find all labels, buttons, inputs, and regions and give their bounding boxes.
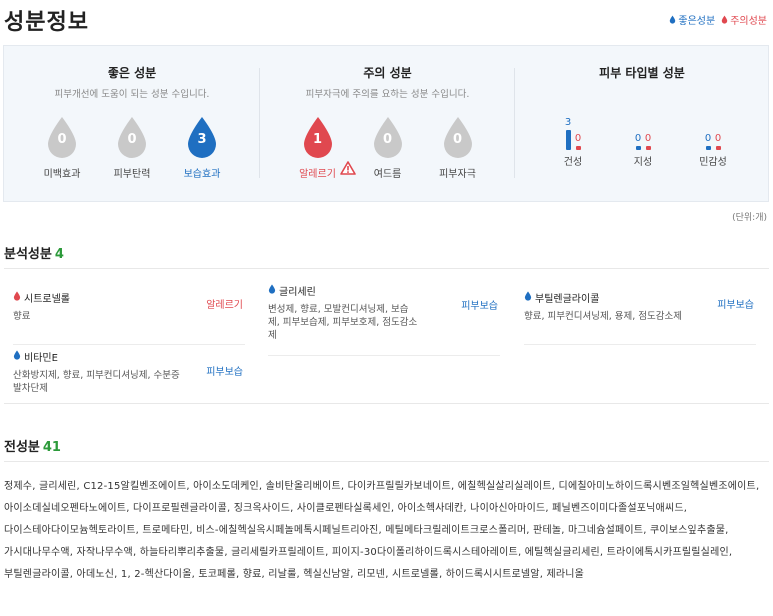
ingredient-tag: 피부보습 [206, 367, 243, 378]
analysis-count: 4 [54, 247, 64, 262]
legend-warn: 주의성분 [721, 12, 767, 27]
skin-type-item[interactable]: 0 0 민감성 [693, 106, 733, 180]
good-count: 3 [564, 117, 572, 128]
stat-label: 보습효과 [183, 169, 221, 180]
good-title: 좋은 성분 [107, 66, 157, 80]
good-ingredients-column: 좋은 성분 피부개선에 도움이 되는 성분 수입니다. 0 미백효과 0 피부탄력 3 보… [4, 64, 260, 190]
skin-type-column: 피부 타입별 성분 3 0 건성 0 0 지성 0 0 민감성 [515, 64, 769, 190]
drop-icon: 0 [44, 115, 80, 159]
drop-icon: 0 [114, 115, 150, 159]
ingredient-item[interactable]: 부틸렌글라이콜 향료, 피부컨디셔닝제, 용제, 점도감소제 피부보습 [524, 290, 756, 345]
good-bar [706, 146, 711, 150]
ingredient-name: 부틸렌글라이콜 [535, 294, 600, 305]
stat-label: 피부탄력 [113, 169, 151, 180]
ingredient-stat[interactable]: 3 보습효과 [178, 115, 226, 180]
warn-count: 0 [714, 133, 722, 144]
page-title: 성분정보 [4, 10, 89, 35]
ingredient-tag: 알레르기 [206, 300, 243, 311]
legend: 좋은성분 주의성분 [669, 12, 767, 27]
warn-bar [716, 146, 721, 150]
summary-panel: 좋은 성분 피부개선에 도움이 되는 성분 수입니다. 0 미백효과 0 피부탄력 3 보… [3, 45, 769, 202]
ingredient-stat[interactable]: 0 미백효과 [38, 115, 86, 180]
drop-icon: 0 [370, 115, 406, 159]
caution-ingredients-column: 주의 성분 피부자극에 주의를 요하는 성분 수입니다. 1 알레르기 0 여드름 0 피… [260, 64, 515, 190]
ingredient-item[interactable]: 시트로넬롤 향료 알레르기 [13, 290, 245, 345]
ingredient-item[interactable]: 비타민E 산화방지제, 향료, 피부컨디셔닝제, 수분증발차단제 피부보습 [13, 349, 243, 395]
skin-type-label: 지성 [633, 157, 653, 168]
analysis-title: 분석성분 4 [4, 247, 64, 262]
all-ingredients-list: 정제수, 글리세린, C12-15알킬벤조에이트, 아이소도데케인, 솔비탄올리… [4, 481, 760, 580]
drop-icon [670, 15, 676, 24]
warn-count: 0 [574, 133, 582, 144]
skin-type-label: 건성 [563, 157, 583, 168]
skin-type-label: 민감성 [699, 157, 727, 168]
ingredient-tag: 피부보습 [717, 300, 754, 311]
drop-icon: 0 [440, 115, 476, 159]
stat-count: 0 [382, 132, 393, 147]
unit-label: (단위:개) [732, 213, 767, 223]
drop-icon [524, 291, 532, 304]
stat-count: 0 [452, 132, 463, 147]
stat-count: 0 [127, 132, 137, 147]
skin-type-title: 피부 타입별 성분 [599, 66, 685, 80]
stat-label: 알레르기 [299, 169, 336, 180]
ingredient-desc: 산화방지제, 향료, 피부컨디셔닝제, 수분증발차단제 [13, 370, 180, 394]
stat-label: 피부자극 [439, 169, 476, 180]
ingredient-name: 시트로넬롤 [24, 294, 70, 305]
drop-icon [721, 15, 728, 24]
ingredient-desc: 향료 [13, 311, 31, 322]
ingredient-desc: 향료, 피부컨디셔닝제, 용제, 점도감소제 [524, 311, 682, 322]
good-bar [636, 146, 641, 150]
skin-type-item[interactable]: 3 0 건성 [553, 106, 593, 180]
drop-icon [13, 350, 21, 363]
caution-subtitle: 피부자극에 주의를 요하는 성분 수입니다. [305, 89, 470, 100]
stat-count: 0 [57, 132, 67, 147]
ingredient-name: 비타민E [24, 353, 58, 364]
drop-icon [13, 291, 21, 304]
ingredient-tag: 피부보습 [461, 301, 498, 312]
warn-bar [646, 146, 651, 150]
warn-count: 0 [644, 133, 652, 144]
stat-count: 1 [312, 132, 323, 147]
all-ingredients-title: 전성분 41 [4, 440, 61, 455]
ingredient-stat[interactable]: 0 피부탄력 [108, 115, 156, 180]
caution-title: 주의 성분 [363, 66, 412, 80]
ingredient-stat[interactable]: 0 피부자극 [434, 115, 482, 180]
skin-type-item[interactable]: 0 0 지성 [623, 106, 663, 180]
drop-icon [268, 284, 276, 297]
ingredient-item[interactable]: 글리세린 변성제, 향료, 모발컨디셔닝제, 보습제, 피부보습제, 피부보호제… [268, 283, 500, 356]
drop-icon: 1 [300, 115, 356, 175]
ingredient-stat[interactable]: 1 알레르기 [294, 115, 356, 180]
ingredient-name: 글리세린 [279, 287, 316, 298]
stat-label: 미백효과 [43, 169, 81, 180]
all-ingredients-count: 41 [42, 440, 61, 455]
good-subtitle: 피부개선에 도움이 되는 성분 수입니다. [54, 89, 210, 100]
stat-label: 여드름 [373, 169, 402, 180]
warn-bar [576, 146, 581, 150]
ingredient-stat[interactable]: 0 여드름 [364, 115, 412, 180]
ingredient-desc: 변성제, 향료, 모발컨디셔닝제, 보습제, 피부보습제, 피부보호제, 점도감… [268, 304, 418, 341]
stat-count: 3 [197, 132, 207, 147]
drop-icon: 3 [184, 115, 220, 159]
legend-good: 좋은성분 [669, 12, 715, 27]
